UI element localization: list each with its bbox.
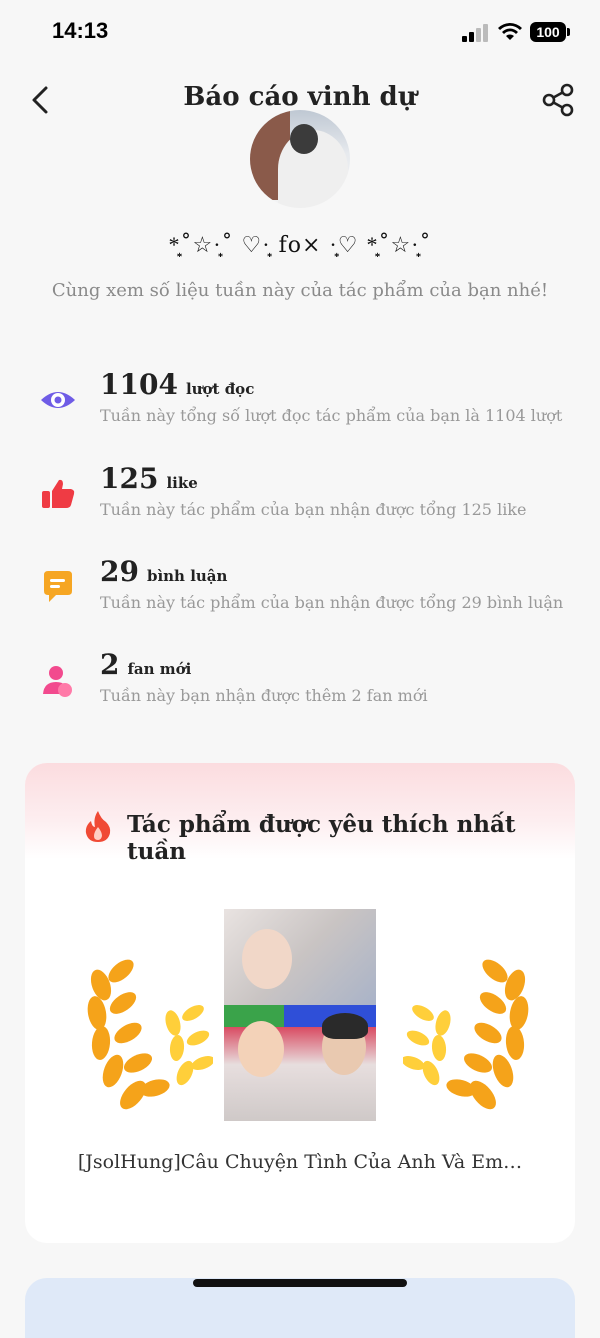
stat-comments-value: 29 bình luận	[100, 555, 228, 588]
book-title-link[interactable]: [JsolHung]Câu Chuyện Tình Của Anh Và Em…	[25, 1151, 575, 1173]
page-title: Báo cáo vinh dự	[183, 82, 417, 112]
stat-likes-desc: Tuần này tác phẩm của bạn nhận được tổng…	[100, 500, 527, 519]
stat-likes: 125 like Tuần này tác phẩm của bạn nhận đ…	[38, 462, 578, 532]
cellular-signal-icon	[462, 24, 490, 42]
wifi-icon	[498, 23, 522, 40]
stat-comments-unit: bình luận	[146, 567, 228, 585]
share-icon[interactable]	[540, 82, 576, 118]
avatar[interactable]	[250, 110, 350, 208]
next-card-peek	[25, 1278, 575, 1338]
stat-likes-unit: like	[166, 474, 198, 492]
stat-fans-value: 2 fan mới	[100, 648, 192, 681]
status-time: 14:13	[52, 18, 109, 43]
laurel-right-icon	[403, 959, 529, 1110]
stat-likes-value: 125 like	[100, 462, 198, 495]
home-indicator	[193, 1279, 407, 1287]
stat-reads-desc: Tuần này tổng số lượt đọc tác phẩm của b…	[100, 406, 563, 425]
laurel-left-icon	[87, 959, 213, 1110]
stat-reads: 1104 lượt đọc Tuần này tổng số lượt đọc t…	[38, 368, 578, 438]
stat-comments: 29 bình luận Tuần này tác phẩm của bạn nh…	[38, 555, 578, 625]
stat-fans-desc: Tuần này bạn nhận được thêm 2 fan mới	[100, 686, 428, 705]
person-icon	[43, 666, 72, 697]
username: *͙͙˚☆·̩͙˚ ♡·̩͙ fo× ·̩͙♡ *͙͙˚☆·̩͙˚	[168, 233, 432, 258]
battery-icon: 100	[530, 22, 570, 42]
stat-fans: 2 fan mới Tuần này bạn nhận được thêm 2 f…	[38, 648, 578, 718]
status-bar: 14:13 100	[0, 0, 600, 62]
subtitle: Cùng xem số liệu tuần này của tác phẩm c…	[51, 280, 549, 301]
book-cover-image[interactable]	[224, 909, 376, 1121]
thumbs-up-icon	[42, 479, 75, 508]
stat-comments-desc: Tuần này tác phẩm của bạn nhận được tổng…	[100, 593, 564, 612]
stat-reads-unit: lượt đọc	[185, 380, 255, 398]
eye-icon	[41, 392, 75, 408]
featured-card-title: Tác phẩm được yêu thích nhất tuần	[127, 811, 516, 865]
comment-icon	[44, 571, 72, 602]
stat-fans-unit: fan mới	[127, 660, 192, 678]
fire-icon	[85, 811, 111, 842]
featured-work-card: Tác phẩm được yêu thích nhất tuần [JsolH…	[25, 763, 575, 1243]
stat-reads-value: 1104 lượt đọc	[100, 368, 255, 401]
